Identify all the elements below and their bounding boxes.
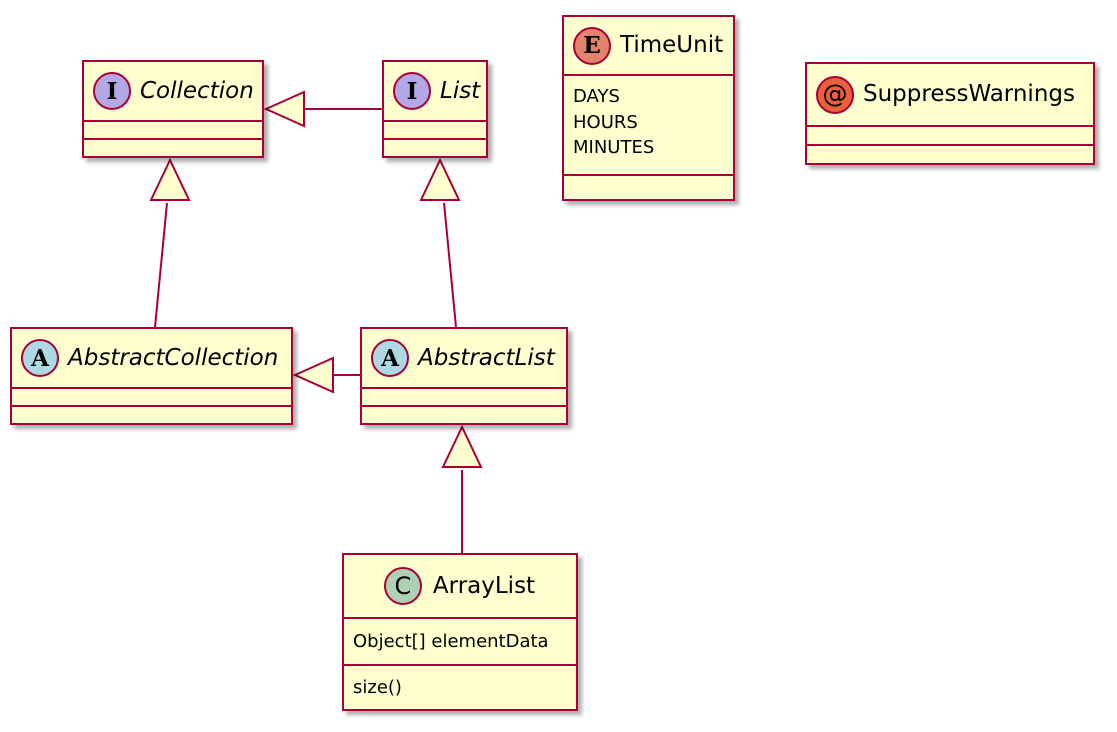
uml-node-list[interactable]: I List xyxy=(382,60,488,158)
uml-node-arraylist[interactable]: C ArrayList Object[] elementData size() xyxy=(342,553,578,711)
node-header-abstractcollection: A AbstractCollection xyxy=(12,329,291,387)
node-header-collection: I Collection xyxy=(84,62,262,120)
abstract-badge-icon: A xyxy=(21,339,59,377)
enum-value: MINUTES xyxy=(573,137,655,159)
annotation-badge-icon: @ xyxy=(816,75,854,114)
badge-glyph: I xyxy=(406,77,418,105)
node-title-list: List xyxy=(440,77,481,104)
uml-node-timeunit[interactable]: E TimeUnit DAYS HOURS MINUTES xyxy=(562,15,735,201)
methods-compartment-abstractlist xyxy=(362,405,566,423)
node-title-suppresswarnings: SuppressWarnings xyxy=(863,81,1075,107)
badge-glyph: I xyxy=(106,77,118,105)
abstract-badge-icon: A xyxy=(371,339,409,377)
fields-compartment-abstractlist xyxy=(362,387,566,405)
node-header-abstractlist: A AbstractList xyxy=(362,329,566,387)
method-line: size() xyxy=(353,676,402,698)
enum-badge-icon: E xyxy=(573,26,611,65)
node-title-abstractlist: AbstractList xyxy=(418,344,555,371)
relationship-abstractcollection-implements-collection xyxy=(149,157,191,328)
fields-compartment-list xyxy=(384,120,486,138)
fields-compartment-suppresswarnings xyxy=(807,125,1093,144)
node-title-abstractcollection: AbstractCollection xyxy=(68,344,279,371)
fields-compartment-abstractcollection xyxy=(12,387,291,405)
field-line: Object[] elementData xyxy=(353,630,549,652)
class-badge-icon: C xyxy=(383,567,422,605)
relationship-list-extends-collection xyxy=(263,90,382,128)
relationship-abstractlist-implements-list xyxy=(419,157,461,328)
methods-compartment-arraylist: size() xyxy=(344,664,576,709)
node-title-timeunit: TimeUnit xyxy=(620,32,724,58)
node-title-collection: Collection xyxy=(140,77,254,104)
node-title-arraylist: ArrayList xyxy=(432,572,536,599)
uml-node-abstractcollection[interactable]: A AbstractCollection xyxy=(10,327,293,425)
badge-glyph: A xyxy=(31,344,49,372)
values-compartment-timeunit: DAYS HOURS MINUTES xyxy=(564,74,733,174)
badge-glyph: A xyxy=(381,344,399,372)
fields-compartment-arraylist: Object[] elementData xyxy=(344,617,576,664)
uml-class-diagram-canvas: Collection (horizontal, hollow triangle … xyxy=(0,0,1117,732)
relationship-abstractlist-extends-abstractcollection xyxy=(292,356,360,394)
relationship-arraylist-extends-abstractlist xyxy=(441,424,483,553)
methods-compartment-timeunit xyxy=(564,174,733,199)
methods-compartment-suppresswarnings xyxy=(807,144,1093,163)
badge-glyph: C xyxy=(394,572,412,600)
methods-compartment-list xyxy=(384,138,486,156)
interface-badge-icon: I xyxy=(93,72,131,110)
node-header-arraylist: C ArrayList xyxy=(344,555,576,617)
uml-node-abstractlist[interactable]: A AbstractList xyxy=(360,327,568,425)
fields-compartment-collection xyxy=(84,120,262,138)
node-header-timeunit: E TimeUnit xyxy=(564,17,733,74)
node-header-list: I List xyxy=(384,62,486,120)
enum-value: HOURS xyxy=(573,111,638,133)
interface-badge-icon: I xyxy=(393,72,431,110)
methods-compartment-abstractcollection xyxy=(12,405,291,423)
enum-value: DAYS xyxy=(573,86,620,107)
node-header-suppresswarnings: @ SuppressWarnings xyxy=(807,64,1093,125)
uml-node-collection[interactable]: I Collection xyxy=(82,60,264,158)
uml-node-suppresswarnings[interactable]: @ SuppressWarnings xyxy=(805,62,1095,165)
badge-glyph: E xyxy=(583,32,601,59)
methods-compartment-collection xyxy=(84,138,262,156)
badge-glyph: @ xyxy=(822,79,848,108)
